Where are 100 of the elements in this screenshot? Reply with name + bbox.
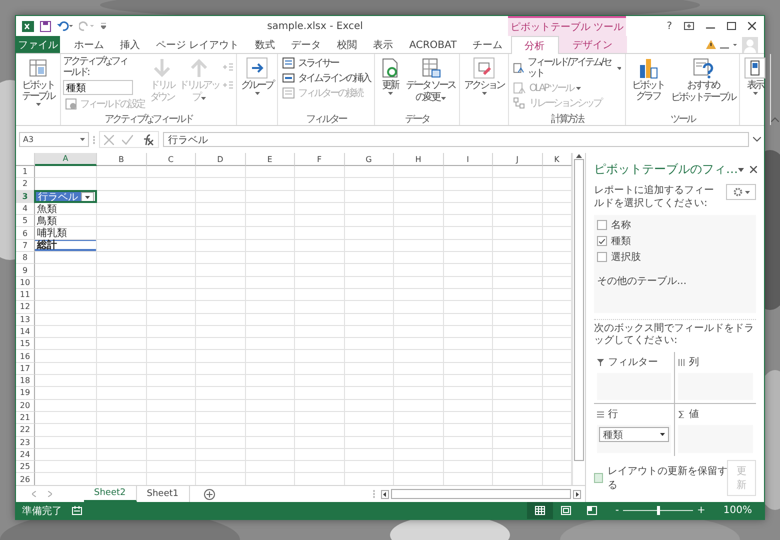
row-header[interactable]: 1: [16, 166, 35, 178]
ribbon-tab[interactable]: デザイン: [558, 36, 627, 53]
row-header[interactable]: 6: [16, 227, 35, 240]
row-header[interactable]: 20: [16, 400, 35, 412]
ribbon-display-icon[interactable]: [684, 22, 694, 30]
help-button[interactable]: ?: [666, 20, 672, 32]
checkbox[interactable]: [597, 252, 607, 262]
zoom-in-button[interactable]: +: [697, 505, 706, 516]
name-box[interactable]: A3: [19, 132, 89, 147]
column-header[interactable]: I: [444, 153, 493, 166]
ribbon-button[interactable]: アクション: [462, 56, 506, 112]
row-header[interactable]: 4: [16, 202, 35, 216]
row-header[interactable]: 25: [16, 461, 35, 474]
ribbon-tab[interactable]: 校閲: [329, 36, 366, 53]
caret-icon[interactable]: [738, 168, 744, 172]
ribbon-button[interactable]: フィールド/アイテム/セット: [511, 56, 624, 80]
row-header[interactable]: 22: [16, 424, 35, 437]
formula-field[interactable]: 行ラベル: [163, 132, 749, 147]
warning-icon[interactable]: [706, 40, 716, 49]
ribbon-button[interactable]: 更新: [377, 56, 403, 112]
arrow-up-icon[interactable]: [576, 154, 582, 158]
row-header[interactable]: 15: [16, 338, 35, 350]
spreadsheet-app-icon[interactable]: [22, 20, 34, 32]
ribbon-button[interactable]: 表示: [742, 56, 768, 112]
field-label[interactable]: 種類: [611, 234, 631, 248]
row-header[interactable]: 12: [16, 301, 35, 314]
check-icon[interactable]: [122, 134, 133, 144]
save-icon[interactable]: [40, 20, 51, 32]
column-header[interactable]: E: [246, 153, 295, 166]
column-header[interactable]: J: [493, 153, 542, 166]
ribbon-tab[interactable]: ファイル: [16, 36, 60, 53]
ribbon-button[interactable]: ピボットグラフ: [628, 56, 668, 112]
right-arrow-icon[interactable]: [573, 490, 581, 498]
column-header[interactable]: C: [146, 153, 196, 166]
macro-icon[interactable]: [72, 506, 82, 515]
field-label[interactable]: 名称: [611, 218, 631, 232]
row-header[interactable]: 11: [16, 288, 35, 302]
ribbon-button[interactable]: タイムラインの挿入: [280, 71, 372, 85]
active-field-input[interactable]: 種類: [63, 80, 133, 95]
ribbon-button[interactable]: グループ: [239, 56, 275, 112]
ribbon-tab[interactable]: ACROBAT: [401, 36, 465, 53]
field-chip[interactable]: 種類: [599, 427, 669, 442]
undo-icon[interactable]: [57, 21, 73, 31]
column-header[interactable]: F: [295, 153, 344, 166]
close-icon[interactable]: [750, 166, 757, 173]
vertical-scrollbar[interactable]: [572, 153, 585, 485]
row-header[interactable]: 18: [16, 375, 35, 388]
ribbon-tab[interactable]: 数式: [247, 36, 284, 53]
row-header[interactable]: 7: [16, 240, 35, 252]
ribbon-button[interactable]: スライサー: [280, 56, 372, 70]
row-header[interactable]: 13: [16, 314, 35, 326]
drop-area[interactable]: 種類: [597, 425, 671, 453]
row-header[interactable]: 19: [16, 387, 35, 400]
settings-button[interactable]: [726, 184, 756, 200]
ribbon-tab[interactable]: チーム: [464, 36, 511, 53]
row-header[interactable]: 8: [16, 252, 35, 264]
row-header[interactable]: 16: [16, 350, 35, 363]
checkbox[interactable]: [594, 473, 604, 483]
row-header[interactable]: 26: [16, 473, 35, 485]
field-label[interactable]: 選択肢: [611, 250, 641, 264]
column-header[interactable]: A: [35, 153, 97, 166]
column-header[interactable]: G: [344, 153, 394, 166]
expand-icon[interactable]: [753, 137, 761, 142]
view-button[interactable]: [527, 502, 554, 519]
column-header[interactable]: B: [97, 153, 146, 166]
ribbon-tab[interactable]: 挿入: [112, 36, 148, 53]
defer-label[interactable]: レイアウトの更新を保留する: [607, 464, 728, 492]
row-header[interactable]: 24: [16, 448, 35, 462]
ribbon-tab[interactable]: ページ レイアウト: [148, 36, 248, 53]
left-arrow-icon[interactable]: [381, 490, 389, 498]
row-header[interactable]: 5: [16, 215, 35, 228]
row-header[interactable]: 9: [16, 264, 35, 277]
add-sheet-icon[interactable]: [204, 488, 214, 500]
row-header[interactable]: 21: [16, 412, 35, 424]
row-header[interactable]: 23: [16, 436, 35, 449]
maximize-icon[interactable]: [727, 22, 736, 30]
zoom-out-button[interactable]: -: [615, 505, 620, 516]
customize-icon[interactable]: [101, 23, 106, 29]
column-header[interactable]: H: [394, 153, 444, 166]
column-header[interactable]: D: [196, 153, 246, 166]
ribbon-button[interactable]: ピボットテーブル: [18, 56, 58, 112]
horizontal-scrollbar[interactable]: [381, 486, 581, 502]
ribbon-button[interactable]: データ ソース の変更: [404, 56, 458, 112]
row-header[interactable]: 10: [16, 276, 35, 289]
ribbon-tab[interactable]: 表示: [365, 36, 402, 53]
function-icon[interactable]: [141, 134, 154, 146]
row-header[interactable]: 17: [16, 362, 35, 376]
column-header[interactable]: K: [542, 153, 572, 166]
ribbon-tab[interactable]: ホーム: [66, 36, 112, 53]
more-tables-link[interactable]: その他のテーブル...: [597, 274, 753, 288]
close-icon[interactable]: [748, 22, 756, 30]
checkbox[interactable]: [597, 236, 607, 246]
sheet-tab[interactable]: Sheet2: [84, 486, 137, 502]
ribbon-tab[interactable]: 分析: [510, 36, 559, 54]
checkbox[interactable]: [597, 220, 607, 230]
row-header[interactable]: 14: [16, 326, 35, 338]
ribbon-button[interactable]: おすすめ ピボットテーブル: [669, 56, 738, 112]
zoom-level[interactable]: 100%: [723, 505, 752, 516]
ribbon-tab[interactable]: データ: [283, 36, 330, 53]
zoom-thumb[interactable]: [656, 506, 660, 515]
